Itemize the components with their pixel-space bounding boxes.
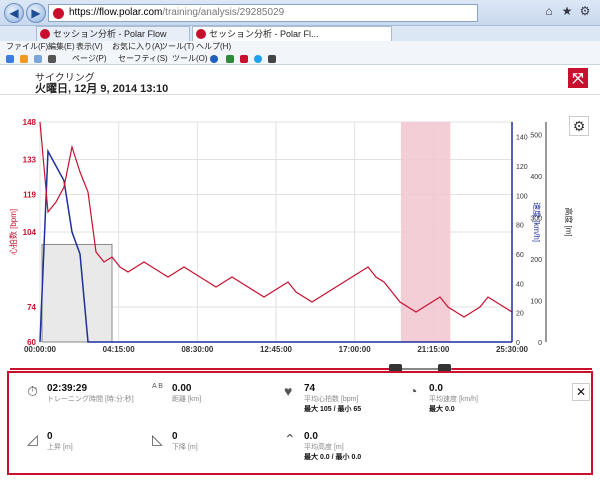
menu-file[interactable]: ファイル(F): [6, 41, 48, 53]
y-left-tick-label: 104: [23, 228, 37, 237]
cmd-safety[interactable]: セーフティ(S): [118, 53, 168, 65]
y-right-tick-label: 500: [530, 132, 542, 139]
fullscreen-toggle-button[interactable]: ⤧: [568, 68, 588, 88]
url-host: https://flow.polar.com: [69, 7, 163, 18]
addon-icon-3[interactable]: [268, 55, 276, 63]
y-right-tick-label: 0: [538, 340, 542, 347]
hr-label: 平均心拍数 [bpm]: [304, 396, 359, 403]
polar-favicon-icon: [53, 8, 64, 19]
menu-favorites[interactable]: お気に入り(A): [112, 41, 163, 53]
x-tick-label: 12:45:00: [260, 345, 293, 354]
tab-strip: セッション分析 - Polar Flow セッション分析 - Polar Fl.…: [0, 26, 600, 41]
back-button[interactable]: ◀: [4, 3, 24, 23]
menu-bar: ファイル(F) 編集(E) 表示(V) お気に入り(A) ツール(T) ヘルプ(…: [0, 41, 600, 53]
x-tick-label: 04:15:00: [103, 345, 136, 354]
y-left-tick-label: 148: [23, 118, 37, 127]
ascent-icon: ◿: [27, 431, 38, 447]
ascent-value: 0: [47, 431, 53, 442]
y-right-tick-label: 400: [530, 174, 542, 181]
browser-titlebar: ◀ ▶ https://flow.polar.com/training/anal…: [0, 0, 600, 26]
heart-icon: ♥: [284, 383, 293, 399]
altitude-label: 平均高度 [m]: [304, 444, 344, 451]
help-icon[interactable]: [210, 55, 218, 63]
duration-value: 02:39:29: [47, 383, 88, 394]
y-right-tick-label: 100: [530, 298, 542, 305]
y-right-tick-label: 200: [530, 257, 542, 264]
y-mid-tick-label: 120: [516, 164, 528, 171]
x-tick-label: 25:30:00: [496, 345, 529, 354]
menu-view[interactable]: 表示(V): [76, 41, 103, 53]
hr-value: 74: [304, 383, 316, 394]
altitude-sub: 最大 0.0 / 最小 0.0: [304, 454, 362, 461]
tab-session-2[interactable]: セッション分析 - Polar Fl...: [192, 26, 392, 41]
y-mid-tick-label: 140: [516, 135, 528, 142]
speed-sub: 最大 0.0: [429, 406, 455, 413]
distance-label: 距離 [km]: [172, 396, 202, 403]
cmd-page[interactable]: ページ(P): [72, 53, 107, 65]
y-right-axis-title: 高度 [m]: [564, 207, 574, 236]
y-mid-axis-title: 速度 [km/h]: [532, 202, 542, 242]
ascent-label: 上昇 [m]: [47, 444, 73, 451]
command-bar: ページ(P) セーフティ(S) ツール(O): [0, 53, 600, 65]
forward-button[interactable]: ▶: [26, 3, 46, 23]
home-icon[interactable]: ⌂: [540, 2, 558, 20]
y-left-tick-label: 133: [23, 156, 37, 165]
descent-value: 0: [172, 431, 178, 442]
x-tick-label: 21:15:00: [417, 345, 450, 354]
y-mid-tick-label: 20: [516, 311, 524, 318]
y-mid-tick-label: 40: [516, 281, 524, 288]
scrubber-left-active: [10, 368, 392, 370]
home-cmd-icon[interactable]: [6, 55, 14, 63]
favorites-star-icon[interactable]: ★: [558, 2, 576, 20]
cmd-tools[interactable]: ツール(O): [172, 53, 208, 65]
menu-help[interactable]: ヘルプ(H): [196, 41, 231, 53]
duration-label: トレーニング時間 [時:分:秒]: [47, 396, 134, 403]
distance-ab-icon: A B: [152, 383, 163, 390]
hr-sub: 最大 105 / 最小 65: [304, 406, 362, 413]
rss-icon[interactable]: [20, 55, 28, 63]
y-mid-tick-label: 0: [516, 340, 520, 347]
selected-range-highlight[interactable]: [400, 122, 451, 342]
x-tick-label: 08:30:00: [181, 345, 214, 354]
speed-value: 0.0: [429, 383, 443, 394]
y-mid-tick-label: 80: [516, 223, 524, 230]
tab-session-1[interactable]: セッション分析 - Polar Flow: [36, 26, 190, 41]
x-tick-label: 00:00:00: [24, 345, 57, 354]
y-left-axis-title: 心拍数 [bpm]: [8, 209, 18, 255]
y-mid-tick-label: 100: [516, 193, 528, 200]
close-summary-button[interactable]: ✕: [572, 383, 590, 401]
x-tick-label: 17:00:00: [339, 345, 372, 354]
altitude-icon: ⌃: [284, 431, 296, 447]
address-bar[interactable]: https://flow.polar.com/training/analysis…: [48, 4, 478, 22]
scrubber-right-active: [452, 368, 592, 370]
altitude-value: 0.0: [304, 431, 318, 442]
menu-tools[interactable]: ツール(T): [160, 41, 194, 53]
polar-tab-icon: [40, 29, 50, 39]
settings-gear-icon[interactable]: ⚙: [576, 2, 594, 20]
addon-icon-1[interactable]: [226, 55, 234, 63]
y-left-tick-label: 119: [23, 191, 36, 200]
menu-edit[interactable]: 編集(E): [48, 41, 75, 53]
polar-tab-icon: [196, 29, 206, 39]
speed-label: 平均速度 [km/h]: [429, 396, 479, 403]
speedometer-icon: ◔: [409, 383, 418, 399]
url-path: /training/analysis/29285029: [162, 7, 285, 18]
distance-value: 0.00: [172, 383, 192, 394]
stopwatch-icon: ⏱: [27, 383, 38, 399]
session-header: サイクリング 火曜日, 12月 9, 2014 13:10: [0, 66, 600, 95]
y-left-tick-label: 74: [27, 303, 36, 312]
summary-panel: ⏱ 02:39:29 トレーニング時間 [時:分:秒] A B 0.00 距離 …: [7, 371, 593, 475]
print-icon[interactable]: [48, 55, 56, 63]
mail-icon[interactable]: [34, 55, 42, 63]
session-date: 火曜日, 12月 9, 2014 13:10: [35, 83, 169, 95]
tab-label: セッション分析 - Polar Fl...: [209, 29, 319, 39]
descent-label: 下降 [m]: [172, 444, 198, 451]
session-chart: 60 74 104 119 133 148 00:00:00 04:15:00 08:30:00…: [8, 118, 574, 354]
tab-label: セッション分析 - Polar Flow: [53, 29, 167, 39]
skype-icon[interactable]: [254, 55, 262, 63]
y-mid-tick-label: 60: [516, 252, 524, 259]
descent-icon: ◺: [152, 431, 163, 447]
addon-icon-2[interactable]: [240, 55, 248, 63]
